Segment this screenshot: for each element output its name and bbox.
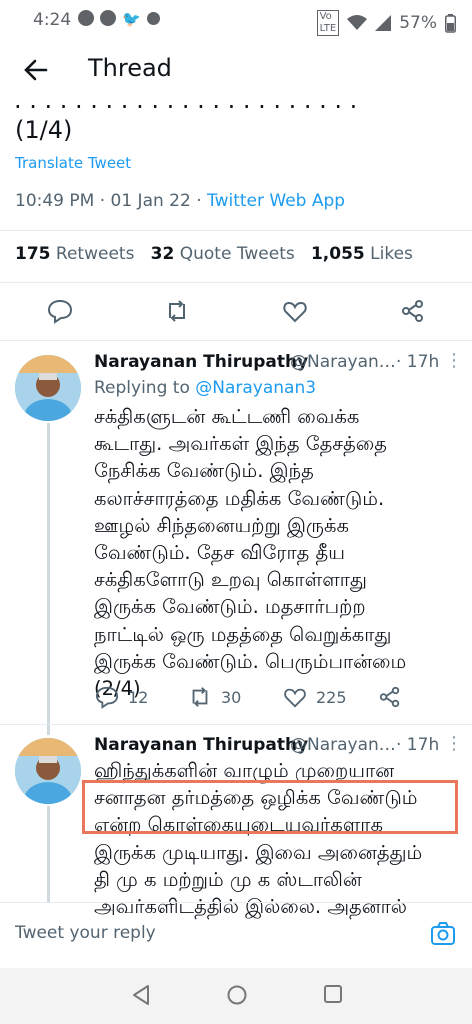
tweet-time: · 17h: [396, 735, 440, 755]
tweet-text-tail: (1/4): [15, 116, 73, 144]
highlight-box: [82, 780, 458, 834]
top-bar: Thread: [0, 42, 472, 100]
more-options-icon[interactable]: ⋮: [445, 733, 463, 754]
phone-icon: [100, 10, 116, 26]
tweet-line: இருக்க வேண்டும். மதசார்பற்ற: [94, 595, 366, 619]
likes-count[interactable]: 1,055: [311, 244, 365, 264]
translate-tweet-link[interactable]: Translate Tweet: [15, 154, 131, 172]
avatar[interactable]: [15, 355, 81, 421]
reply-composer[interactable]: Tweet your reply: [0, 902, 472, 968]
avatar[interactable]: [15, 738, 81, 804]
source-link[interactable]: Twitter Web App: [207, 191, 345, 211]
divider: [0, 724, 472, 725]
reply-count: 12: [128, 688, 149, 707]
more-options-icon[interactable]: ⋮: [445, 350, 463, 371]
app-notification-icon: [78, 10, 94, 26]
retweet-count: 30: [221, 688, 242, 707]
divider: [0, 230, 472, 231]
avatar-image: [15, 738, 81, 804]
quotes-label[interactable]: Quote Tweets: [180, 244, 295, 264]
reply-input[interactable]: Tweet your reply: [15, 923, 156, 943]
likes-label[interactable]: Likes: [370, 244, 413, 264]
status-time: 4:24: [33, 10, 72, 30]
tweet-stats: 175 Retweets 32 Quote Tweets 1,055 Likes: [15, 244, 413, 264]
volte-icon: Vo LTE: [316, 10, 340, 36]
quotes-count[interactable]: 32: [151, 244, 175, 264]
tweet-line: ஊழல் சிந்தனையற்று இருக்க: [94, 513, 349, 537]
retweet-icon[interactable]: [188, 685, 212, 709]
tweet-line: நேசிக்க வேண்டும். இந்த: [94, 459, 314, 483]
like-count: 225: [316, 688, 347, 707]
signal-icon: [375, 15, 392, 31]
tweet-body: சக்திகளுடன் கூட்டணி வைக்க கூடாது. அவர்கள…: [94, 403, 462, 702]
mention-link[interactable]: @Narayanan3: [195, 378, 316, 398]
replying-to: Replying to @Narayanan3: [94, 378, 316, 398]
reply-icon[interactable]: [95, 685, 119, 709]
system-icons: Vo LTE 57%: [316, 10, 456, 36]
share-icon[interactable]: [378, 685, 402, 709]
timestamp-text: 10:49 PM · 01 Jan 22 ·: [15, 191, 208, 211]
tweet-line: நாட்டில் ஒரு மதத்தை வெறுக்காது: [94, 622, 392, 646]
author-name[interactable]: Narayanan Thirupathy: [94, 735, 308, 755]
camera-icon[interactable]: [430, 921, 456, 947]
twitter-icon: 🐦: [122, 10, 141, 28]
back-arrow-icon[interactable]: [22, 56, 50, 84]
clipped-text-line: . . . . . . . . . . . . . . . . . . . . …: [14, 100, 424, 112]
reply1-actions: 12 30 225: [0, 685, 472, 711]
avatar-image: [15, 355, 81, 421]
page-title: Thread: [88, 54, 172, 82]
retweets-label[interactable]: Retweets: [56, 244, 135, 264]
tweet-line: வேண்டும். தேச விரோத தீய: [94, 541, 345, 565]
home-nav-icon[interactable]: [226, 984, 248, 1006]
tweet-line: சக்திகளோடு உறவு கொள்ளாது: [94, 568, 367, 592]
main-tweet-actions: [0, 298, 472, 328]
battery-icon: [445, 13, 456, 33]
tweet-line: தி மு க மற்றும் மு க ஸ்டாலின்: [94, 867, 362, 891]
replying-prefix: Replying to: [94, 378, 196, 398]
retweets-count[interactable]: 175: [15, 244, 51, 264]
back-nav-icon[interactable]: [131, 984, 151, 1006]
like-icon[interactable]: [283, 685, 307, 709]
author-handle[interactable]: @Narayan…: [290, 735, 396, 755]
system-navigation-bar: [0, 968, 472, 1024]
tweet-time: · 17h: [396, 352, 440, 372]
tweet-line: சக்திகளுடன் கூட்டணி வைக்க: [94, 405, 360, 428]
wifi-icon: [347, 15, 368, 30]
reply-icon[interactable]: [47, 298, 73, 324]
retweet-icon[interactable]: [164, 298, 190, 324]
thread-connector: [47, 806, 50, 902]
tweet-line: இருக்க வேண்டும். பெரும்பான்மை: [94, 649, 407, 673]
share-icon[interactable]: [400, 298, 426, 324]
author-name[interactable]: Narayanan Thirupathy: [94, 352, 308, 372]
tweet-timestamp: 10:49 PM · 01 Jan 22 · Twitter Web App: [15, 191, 345, 211]
divider: [0, 340, 472, 341]
battery-percent: 57%: [399, 13, 437, 33]
like-icon[interactable]: [282, 298, 308, 324]
app-icon: [146, 12, 160, 25]
tweet-line: இருக்க முடியாது. இவை அனைத்தும்: [94, 840, 423, 864]
author-handle[interactable]: @Narayan…: [290, 352, 396, 372]
tweet-line: கூடாது. அவர்கள் இந்த தேசத்தை: [94, 432, 387, 456]
notification-icons: 🐦: [78, 10, 160, 28]
tweet-line: கலாச்சாரத்தை மதிக்க வேண்டும்.: [94, 486, 385, 510]
divider: [0, 282, 472, 283]
status-bar: 4:24 🐦 Vo LTE 57%: [0, 0, 472, 42]
recents-nav-icon[interactable]: [323, 984, 343, 1004]
